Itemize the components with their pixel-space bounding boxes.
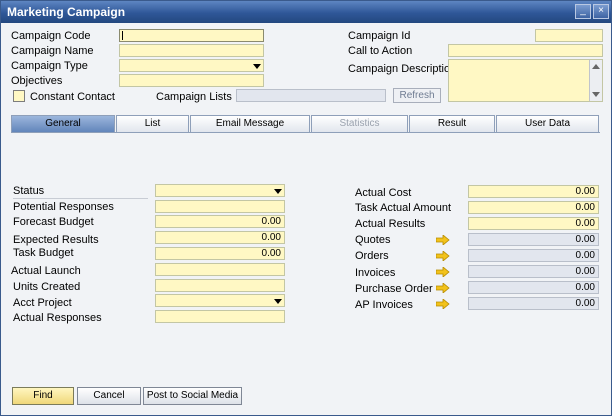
link-arrow-icon[interactable] (436, 283, 450, 293)
campaign-type-label: Campaign Type (11, 60, 88, 72)
campaign-type-select[interactable] (119, 59, 264, 72)
objectives-field[interactable] (119, 74, 264, 87)
task-actual-amount-label: Task Actual Amount (355, 202, 451, 214)
refresh-button[interactable]: Refresh (393, 88, 441, 103)
call-to-action-label: Call to Action (348, 45, 413, 57)
tab-statistics[interactable]: Statistics (311, 115, 408, 133)
tab-result[interactable]: Result (409, 115, 495, 133)
invoices-field: 0.00 (468, 265, 599, 278)
actual-cost-label: Actual Cost (355, 187, 412, 199)
invoices-label: Invoices (355, 267, 396, 279)
actual-cost-field[interactable]: 0.00 (468, 185, 599, 198)
quotes-label: Quotes (355, 234, 391, 246)
minimize-icon[interactable]: _ (575, 4, 591, 19)
close-icon[interactable]: × (593, 4, 609, 19)
campaign-description-textarea[interactable] (448, 59, 603, 102)
constant-contact-label: Constant Contact (30, 91, 115, 103)
potential-responses-field[interactable] (155, 200, 285, 213)
title-bar[interactable]: Marketing Campaign _ × (1, 1, 611, 23)
dropdown-icon (253, 64, 261, 69)
status-label: Status (13, 185, 45, 197)
call-to-action-field[interactable] (448, 44, 603, 57)
constant-contact-checkbox[interactable] (13, 90, 25, 102)
link-arrow-icon[interactable] (436, 299, 450, 309)
expected-results-label: Expected Results (13, 234, 99, 246)
actual-responses-label: Actual Responses (13, 312, 102, 324)
units-created-field[interactable] (155, 279, 285, 292)
campaign-id-field[interactable] (535, 29, 603, 42)
task-budget-label: Task Budget (13, 247, 74, 259)
orders-field: 0.00 (468, 249, 599, 262)
actual-results-field[interactable]: 0.00 (468, 217, 599, 230)
campaign-code-label: Campaign Code (11, 30, 91, 42)
campaign-lists-label: Campaign Lists (156, 91, 232, 103)
quotes-field: 0.00 (468, 233, 599, 246)
cancel-button[interactable]: Cancel (77, 387, 141, 405)
campaign-name-label: Campaign Name (11, 45, 94, 57)
purchase-order-label: Purchase Order (355, 283, 433, 295)
potential-responses-label: Potential Responses (13, 201, 114, 213)
ap-invoices-label: AP Invoices (355, 299, 413, 311)
window-title: Marketing Campaign (7, 5, 126, 19)
orders-label: Orders (355, 250, 389, 262)
acct-project-select[interactable] (155, 294, 285, 307)
scroll-down-icon[interactable] (592, 92, 600, 97)
forecast-budget-field[interactable]: 0.00 (155, 215, 285, 228)
campaign-id-label: Campaign Id (348, 30, 411, 42)
status-select[interactable] (155, 184, 285, 197)
scroll-up-icon[interactable] (592, 64, 600, 69)
dropdown-icon (274, 299, 282, 304)
campaign-name-field[interactable] (119, 44, 264, 57)
acct-project-label: Acct Project (13, 297, 72, 309)
tab-general[interactable]: General (11, 115, 115, 133)
description-scrollbar[interactable] (589, 60, 602, 101)
marketing-campaign-window: Marketing Campaign _ × Campaign Code Cam… (0, 0, 612, 416)
objectives-label: Objectives (11, 75, 63, 87)
actual-responses-field[interactable] (155, 310, 285, 323)
purchase-order-field: 0.00 (468, 281, 599, 294)
task-actual-amount-field[interactable]: 0.00 (468, 201, 599, 214)
actual-results-label: Actual Results (355, 218, 426, 230)
find-button[interactable]: Find (12, 387, 74, 405)
campaign-description-label: Campaign Description (348, 63, 457, 75)
forecast-budget-label: Forecast Budget (13, 216, 94, 228)
task-budget-field[interactable]: 0.00 (155, 247, 285, 260)
link-arrow-icon[interactable] (436, 267, 450, 277)
text-caret (122, 31, 123, 40)
units-created-label: Units Created (13, 281, 81, 293)
link-arrow-icon[interactable] (436, 235, 450, 245)
dropdown-icon (274, 189, 282, 194)
actual-launch-label: Actual Launch (11, 265, 81, 277)
tab-email-message[interactable]: Email Message (190, 115, 310, 133)
tab-user-data[interactable]: User Data (496, 115, 599, 133)
campaign-lists-field[interactable] (236, 89, 386, 102)
link-arrow-icon[interactable] (436, 251, 450, 261)
expected-results-field[interactable]: 0.00 (155, 231, 285, 244)
ap-invoices-field: 0.00 (468, 297, 599, 310)
status-separator (13, 198, 148, 199)
campaign-code-field[interactable] (119, 29, 264, 42)
tab-strip: General List Email Message Statistics Re… (11, 115, 599, 133)
tab-list[interactable]: List (116, 115, 189, 133)
actual-launch-field[interactable] (155, 263, 285, 276)
tab-underline (11, 132, 600, 133)
post-to-social-media-button[interactable]: Post to Social Media (143, 387, 242, 405)
